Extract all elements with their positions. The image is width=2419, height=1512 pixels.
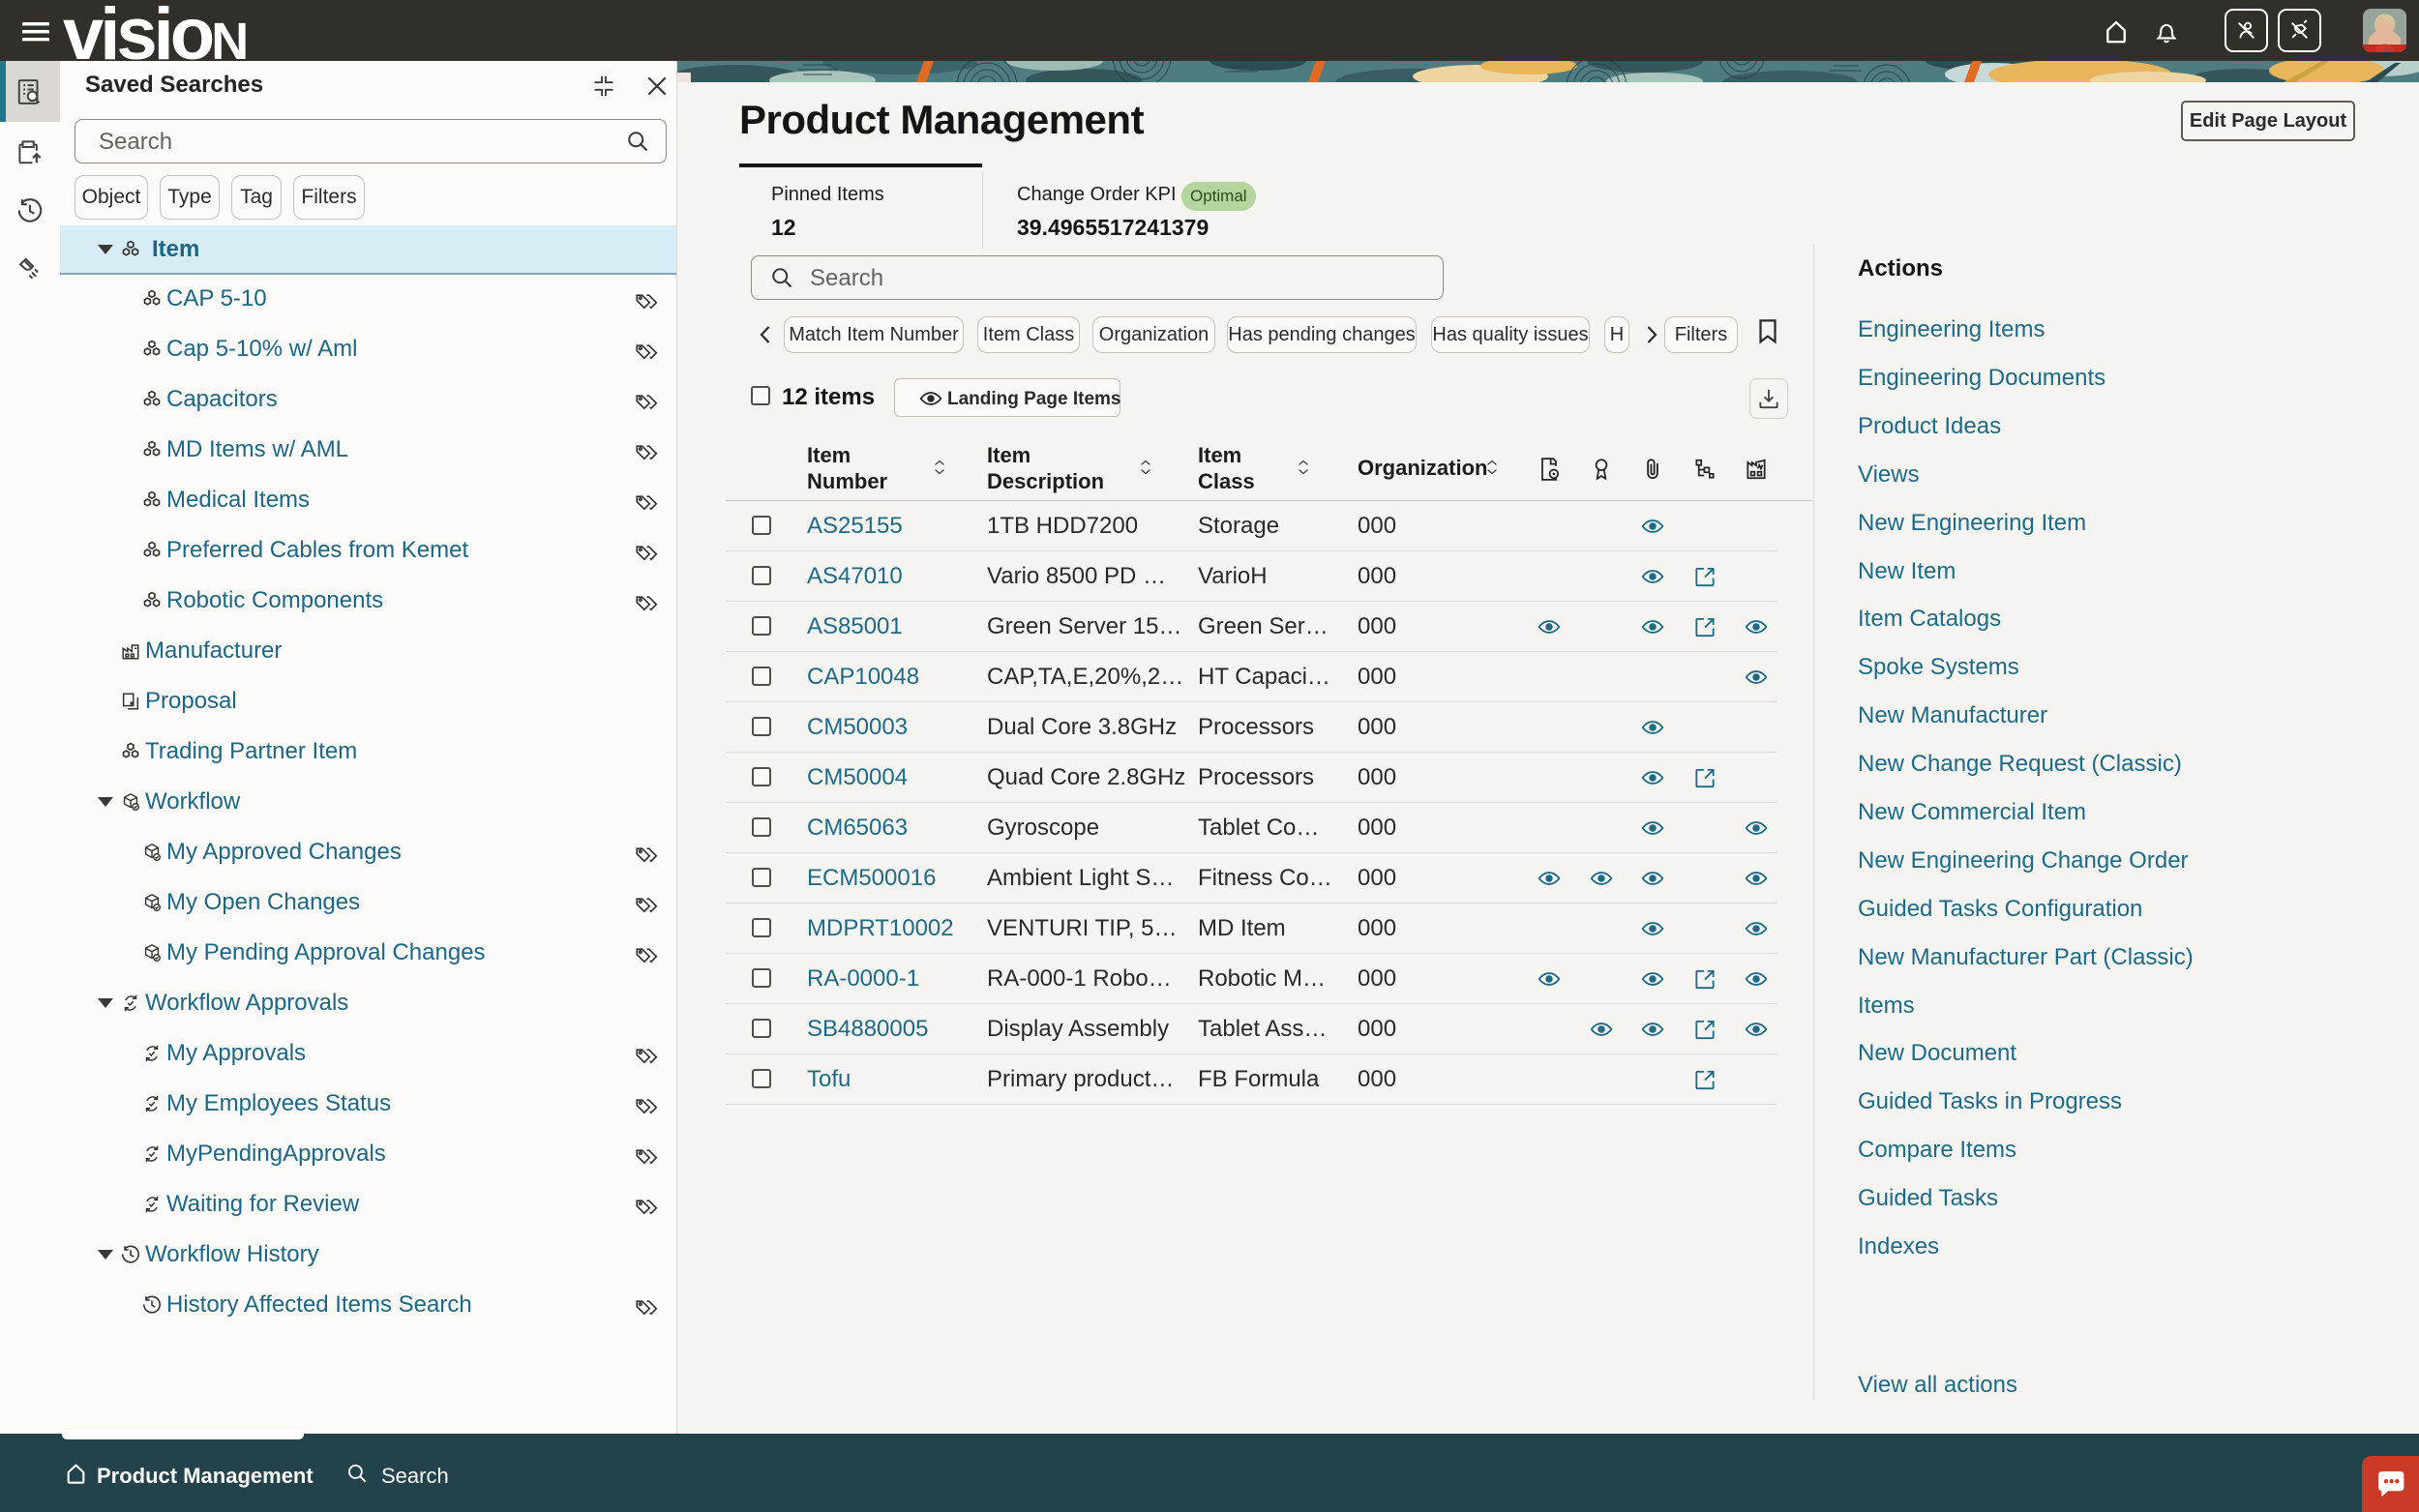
svg-text:visioN: visioN <box>63 0 246 61</box>
